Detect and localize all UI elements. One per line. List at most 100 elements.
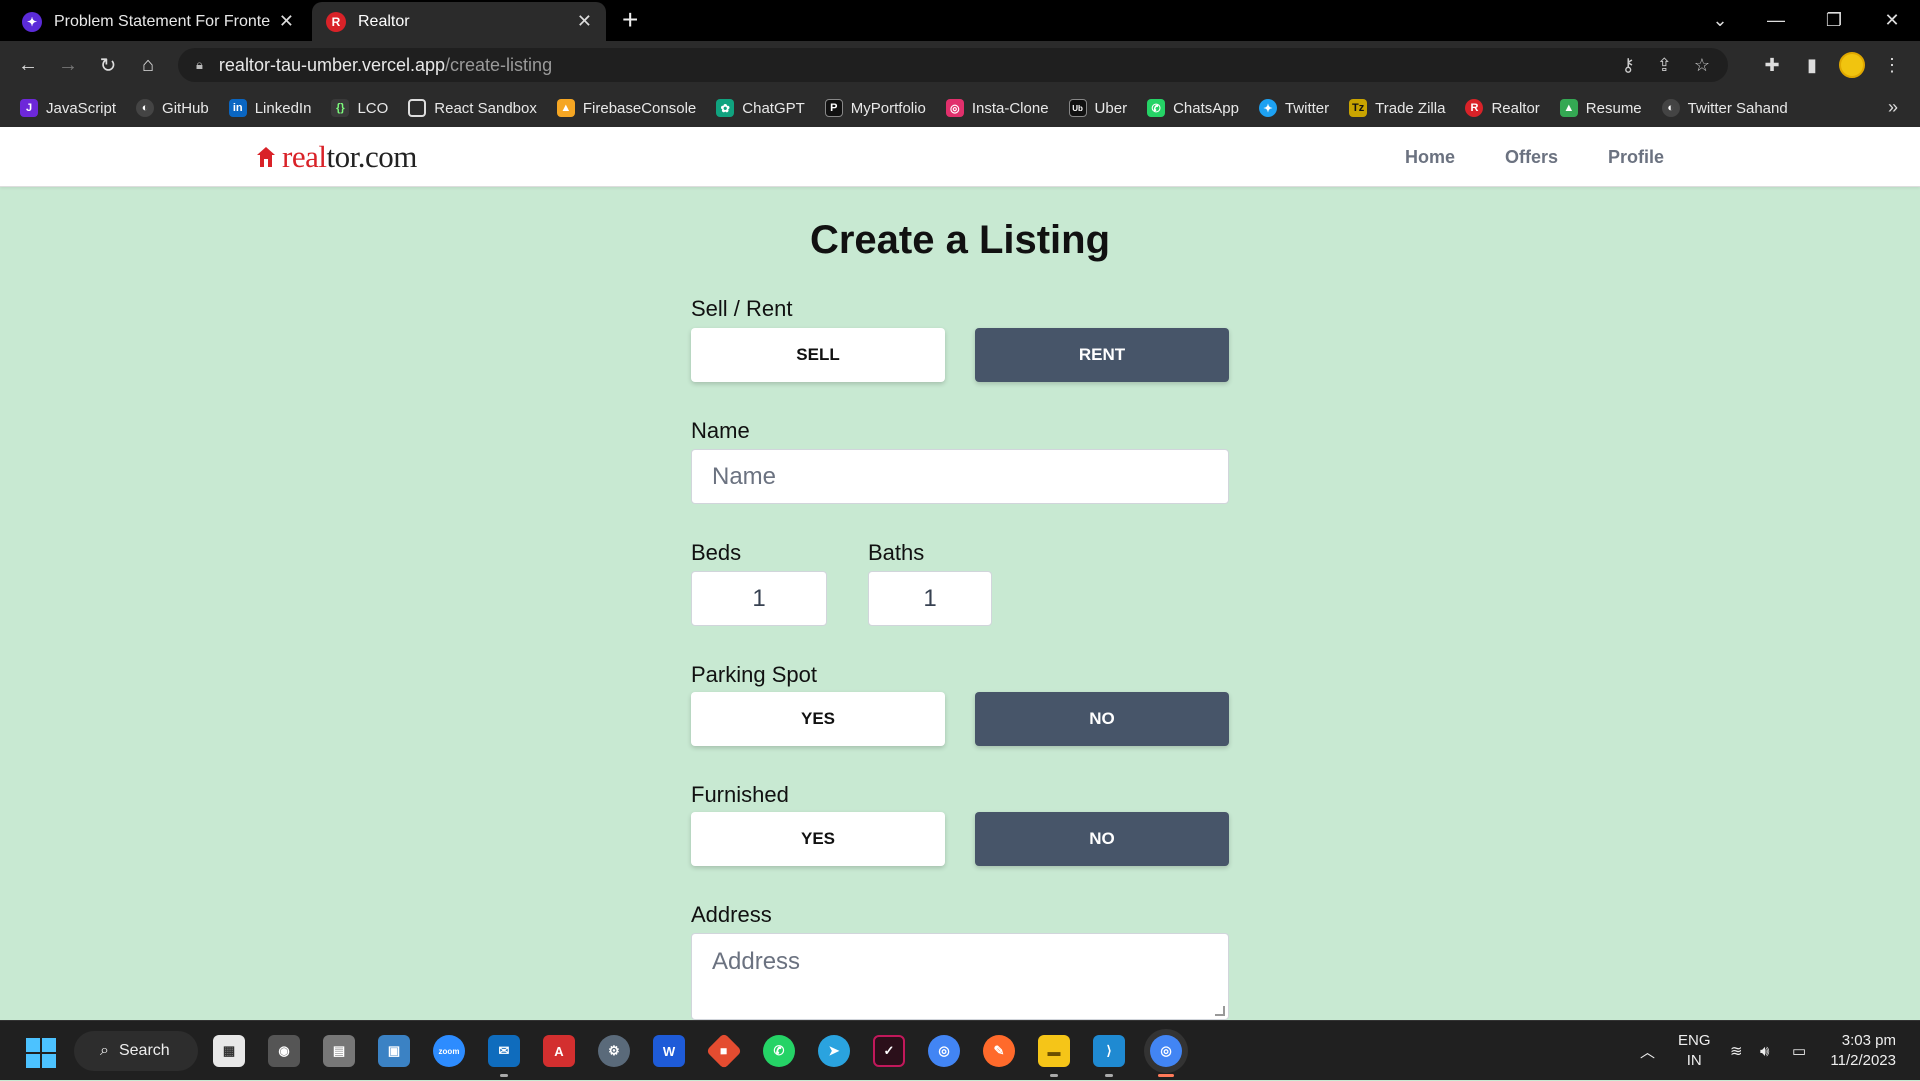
- nav-home[interactable]: Home: [1405, 147, 1455, 168]
- volume-icon[interactable]: 🔊︎: [1760, 1021, 1769, 1081]
- bookmark-label: Trade Zilla: [1375, 99, 1446, 117]
- bookmark-resume[interactable]: ▲ Resume: [1559, 99, 1642, 117]
- new-tab-plus-icon[interactable]: +: [622, 6, 638, 34]
- vscode-icon[interactable]: ⟩: [1093, 1035, 1125, 1067]
- home-icon[interactable]: ⌂: [132, 49, 164, 81]
- taskbar-search[interactable]: ⌕ Search: [74, 1031, 198, 1071]
- telegram-icon[interactable]: ➤: [818, 1035, 850, 1067]
- realtor-logo[interactable]: real tor.com: [256, 139, 417, 175]
- battery-icon[interactable]: ▭: [1792, 1021, 1806, 1081]
- vysor-icon[interactable]: ✓: [873, 1035, 905, 1067]
- logo-text-red: real: [282, 139, 327, 174]
- furnished-yes-button[interactable]: YES: [691, 812, 945, 866]
- address-textarea[interactable]: Address: [691, 933, 1229, 1020]
- extensions-puzzle-icon[interactable]: ✚: [1756, 49, 1788, 81]
- bookmark-insta-clone[interactable]: ◎ Insta-Clone: [945, 99, 1049, 117]
- file-explorer-icon[interactable]: ▬: [1038, 1035, 1070, 1067]
- bookmark-javascript[interactable]: J JavaScript: [20, 99, 116, 117]
- furnished-label: Furnished: [691, 782, 789, 807]
- mail-icon[interactable]: ✉: [488, 1035, 520, 1067]
- beds-input[interactable]: 1: [691, 571, 827, 626]
- bookmark-firebase[interactable]: ▲ FirebaseConsole: [556, 99, 696, 117]
- bookmark-react-sandbox[interactable]: React Sandbox: [408, 99, 537, 117]
- minimize-icon[interactable]: —: [1748, 0, 1804, 41]
- restore-icon[interactable]: ❐: [1806, 0, 1862, 41]
- github-icon: ◐: [136, 99, 155, 117]
- bookmark-chatgpt[interactable]: ✿ ChatGPT: [716, 99, 805, 117]
- furnished-no-button[interactable]: NO: [975, 812, 1229, 866]
- share-icon[interactable]: ⇪: [1657, 55, 1672, 76]
- calculator-icon[interactable]: ▤: [323, 1035, 355, 1067]
- side-panel-icon[interactable]: ▮: [1796, 49, 1828, 81]
- lock-icon: 🔒︎: [196, 57, 203, 72]
- tab-close-icon[interactable]: ✕: [279, 11, 294, 32]
- name-input[interactable]: Name: [691, 449, 1229, 504]
- bookmark-lco[interactable]: {} LCO: [331, 99, 388, 117]
- forward-arrow-icon[interactable]: →: [52, 49, 84, 81]
- reload-icon[interactable]: ↻: [92, 49, 124, 81]
- bookmark-trade-zilla[interactable]: Tz Trade Zilla: [1349, 99, 1445, 117]
- bookmark-realtor[interactable]: R Realtor: [1465, 99, 1540, 117]
- profile-avatar[interactable]: [1836, 49, 1868, 81]
- tab-realtor[interactable]: R Realtor ✕: [312, 2, 606, 41]
- camera-icon[interactable]: ◉: [268, 1035, 300, 1067]
- git-icon[interactable]: ◆: [705, 1032, 743, 1070]
- bookmark-uber[interactable]: Ub Uber: [1068, 99, 1127, 117]
- browser-toolbar: ← → ↻ ⌂ 🔒︎ realtor-tau-umber.vercel.app /…: [0, 41, 1920, 89]
- clock[interactable]: 3:03 pm 11/2/2023: [1830, 1031, 1896, 1071]
- lang-bottom: IN: [1686, 1052, 1702, 1069]
- sandbox-icon: [408, 99, 427, 117]
- wifi-icon[interactable]: ≋: [1730, 1021, 1743, 1081]
- wps-writer-icon[interactable]: W: [653, 1035, 685, 1067]
- more-bookmarks-icon[interactable]: »: [1888, 97, 1898, 118]
- acrobat-icon[interactable]: A: [543, 1035, 575, 1067]
- star-bookmark-icon[interactable]: ☆: [1694, 55, 1710, 76]
- microsoft-store-icon[interactable]: ▦: [213, 1035, 245, 1067]
- nav-profile[interactable]: Profile: [1608, 147, 1664, 168]
- chrome-active-icon[interactable]: ◎: [1150, 1035, 1182, 1067]
- tradezilla-icon: Tz: [1349, 99, 1368, 117]
- tab-close-icon[interactable]: ✕: [577, 11, 592, 32]
- page-title: Create a Listing: [809, 218, 1111, 262]
- rent-button[interactable]: RENT: [975, 328, 1229, 382]
- parking-yes-button[interactable]: YES: [691, 692, 945, 746]
- windows-start-icon[interactable]: [26, 1038, 56, 1068]
- address-bar[interactable]: 🔒︎ realtor-tau-umber.vercel.app/create-l…: [178, 48, 1728, 82]
- bookmark-twitter[interactable]: ✦ Twitter: [1258, 99, 1329, 117]
- chrome-icon[interactable]: ◎: [928, 1035, 960, 1067]
- control-panel-icon[interactable]: ▣: [378, 1035, 410, 1067]
- close-window-icon[interactable]: ✕: [1864, 0, 1920, 41]
- nav-offers[interactable]: Offers: [1505, 147, 1558, 168]
- zoom-icon[interactable]: zoom: [433, 1035, 465, 1067]
- show-hidden-icons-chevron[interactable]: ︿: [1640, 1021, 1655, 1081]
- running-indicator: [1105, 1074, 1113, 1077]
- bookmark-github[interactable]: ◐ GitHub: [136, 99, 209, 117]
- kebab-menu-icon[interactable]: ⋮: [1876, 49, 1908, 81]
- baths-input[interactable]: 1: [868, 571, 992, 626]
- language-indicator[interactable]: ENG IN: [1678, 1031, 1711, 1071]
- postman-icon[interactable]: ✎: [983, 1035, 1015, 1067]
- resize-grip-icon[interactable]: [1215, 1006, 1225, 1016]
- back-arrow-icon[interactable]: ←: [12, 49, 44, 81]
- tab-problem-statement[interactable]: ✦ Problem Statement For Frontend ✕: [8, 2, 308, 41]
- bookmark-twitter-sahand[interactable]: ◐ Twitter Sahand: [1661, 99, 1788, 117]
- bookmark-label: ChatGPT: [742, 99, 805, 117]
- bookmark-linkedin[interactable]: in LinkedIn: [228, 99, 312, 117]
- bookmark-label: JavaScript: [46, 99, 117, 117]
- tab-favicon-icon: ✦: [22, 11, 42, 32]
- parking-no-button[interactable]: NO: [975, 692, 1229, 746]
- bookmark-label: Insta-Clone: [971, 99, 1049, 117]
- tab-search-chevron-icon[interactable]: ⌄: [1692, 0, 1748, 41]
- bookmark-myportfolio[interactable]: P MyPortfolio: [824, 99, 926, 117]
- running-indicator: [1050, 1074, 1058, 1077]
- beds-label: Beds: [691, 540, 742, 565]
- key-icon[interactable]: ⚷: [1622, 55, 1635, 76]
- settings-gear-icon[interactable]: ⚙: [598, 1035, 630, 1067]
- sell-button[interactable]: SELL: [691, 328, 945, 382]
- lco-icon: {}: [331, 99, 350, 117]
- whatsapp-icon[interactable]: ✆: [763, 1035, 795, 1067]
- bookmark-label: LinkedIn: [254, 99, 312, 117]
- drive-icon: ▲: [1559, 99, 1578, 117]
- name-label: Name: [691, 418, 750, 443]
- bookmark-chatsapp[interactable]: ✆ ChatsApp: [1147, 99, 1239, 117]
